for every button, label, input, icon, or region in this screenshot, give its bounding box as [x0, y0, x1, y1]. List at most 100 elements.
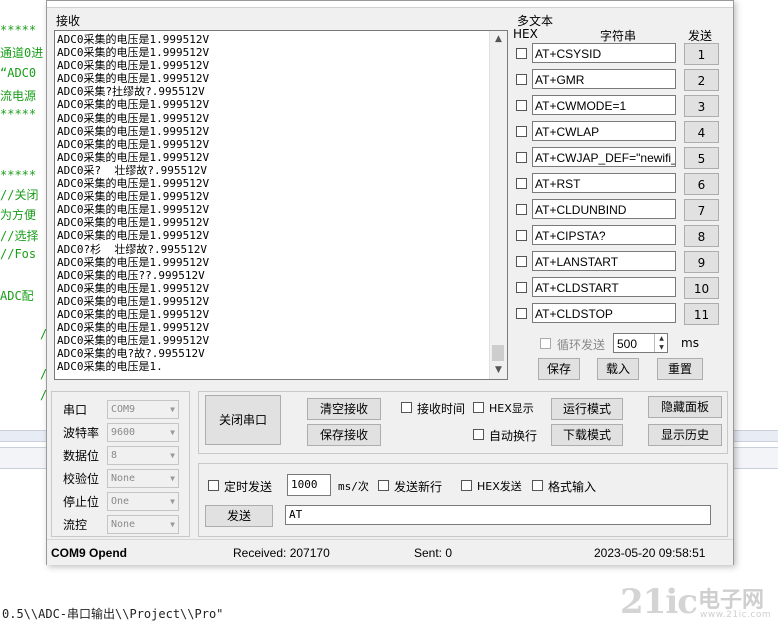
port-field-select[interactable]: 8 ▼: [107, 446, 179, 465]
multitext-hex-checkbox[interactable]: [516, 204, 527, 215]
chevron-down-icon: ▼: [170, 451, 175, 460]
multitext-hex-checkbox[interactable]: [516, 100, 527, 111]
port-field-label: 波特率: [63, 426, 100, 440]
receive-line: ADC0采集的电压是1.999512V: [57, 98, 210, 112]
receive-line: ADC0采集的电压是1.999512V: [57, 321, 210, 335]
port-field-label: 串口: [63, 403, 88, 417]
receive-line: ADC0采集的电压是1.999512V: [57, 190, 210, 204]
scroll-down-icon[interactable]: ▼: [490, 362, 507, 379]
received-count: Received: 207170: [233, 546, 330, 560]
title-bar[interactable]: [47, 1, 733, 8]
download-mode-button[interactable]: 下载模式: [551, 424, 623, 446]
auto-wrap-label: 自动换行: [489, 429, 538, 443]
multitext-hex-checkbox[interactable]: [516, 230, 527, 241]
multitext-hex-checkbox[interactable]: [516, 282, 527, 293]
timed-send-checkbox[interactable]: [208, 480, 219, 491]
multitext-send-button[interactable]: 11: [684, 303, 719, 325]
multitext-send-button[interactable]: 6: [684, 173, 719, 195]
close-port-button[interactable]: 关闭串口: [205, 395, 281, 445]
multitext-string-input[interactable]: AT+LANSTART: [532, 251, 676, 271]
port-field-label: 流控: [63, 518, 88, 532]
multitext-string-input[interactable]: AT+CLDSTART: [532, 277, 676, 297]
multitext-string-input[interactable]: AT+CLDSTOP: [532, 303, 676, 323]
run-mode-button[interactable]: 运行模式: [551, 398, 623, 420]
multitext-string-input[interactable]: AT+CWLAP: [532, 121, 676, 141]
multitext-send-button[interactable]: 9: [684, 251, 719, 273]
multitext-string-input[interactable]: AT+RST: [532, 173, 676, 193]
multitext-send-button[interactable]: 4: [684, 121, 719, 143]
code-fragment: 通道0进: [0, 46, 44, 60]
receive-line: ADC0采集的电压是1.999512V: [57, 177, 210, 191]
send-text-input[interactable]: AT: [285, 505, 711, 525]
receive-time-label: 接收时间: [417, 402, 466, 416]
port-field-select[interactable]: 9600 ▼: [107, 423, 179, 442]
multitext-hex-checkbox[interactable]: [516, 152, 527, 163]
multitext-string-input[interactable]: AT+CLDUNBIND: [532, 199, 676, 219]
multitext-hex-checkbox[interactable]: [516, 308, 527, 319]
receive-line: ADC0采? 壮缪故?.995512V: [57, 163, 207, 177]
port-field-value: None: [111, 519, 136, 530]
receive-line: ADC0采集的电压是1.999512V: [57, 150, 210, 164]
multitext-string-input[interactable]: AT+GMR: [532, 69, 676, 89]
port-field-select[interactable]: None ▼: [107, 515, 179, 534]
code-fragment: 为方便: [0, 208, 37, 222]
scroll-thumb[interactable]: [492, 345, 504, 361]
multitext-hex-checkbox[interactable]: [516, 74, 527, 85]
receive-line: ADC0采集的电?故?.995512V: [57, 347, 205, 361]
loop-unit-label: ms: [681, 336, 699, 350]
load-multitext-button[interactable]: 载入: [597, 358, 639, 380]
multitext-send-button[interactable]: 3: [684, 95, 719, 117]
receive-line: ADC0采集的电压是1.999512V: [57, 294, 210, 308]
multitext-hex-checkbox[interactable]: [516, 48, 527, 59]
receive-textarea[interactable]: ADC0采集的电压是1.999512V ADC0采集的电压是1.999512V AD…: [54, 30, 508, 380]
receive-line: ADC0采集的电压是1.999512V: [57, 137, 210, 151]
receive-scrollbar[interactable]: ▲ ▼: [489, 31, 507, 379]
scroll-up-icon[interactable]: ▲: [490, 31, 507, 48]
receive-time-checkbox[interactable]: [401, 402, 412, 413]
hex-column-header: HEX: [513, 27, 538, 41]
multitext-hex-checkbox[interactable]: [516, 256, 527, 267]
receive-line: ADC0采集的电压是1.999512V: [57, 229, 210, 243]
port-field-select[interactable]: COM9 ▼: [107, 400, 179, 419]
multitext-string-input[interactable]: AT+CIPSTA?: [532, 225, 676, 245]
receive-line: ADC0采集的电压是1.999512V: [57, 216, 210, 230]
multitext-string-input[interactable]: AT+CSYSID: [532, 43, 676, 63]
watermark-logo: 21ic 电子网 www.21ic.com: [620, 582, 772, 622]
multitext-send-button[interactable]: 8: [684, 225, 719, 247]
code-fragment: *****: [0, 168, 37, 182]
multitext-send-button[interactable]: 10: [684, 277, 719, 299]
hex-display-checkbox[interactable]: [473, 402, 484, 413]
multitext-string-input[interactable]: AT+CWMODE=1: [532, 95, 676, 115]
save-multitext-button[interactable]: 保存: [538, 358, 580, 380]
code-fragment: //关闭: [0, 188, 39, 202]
status-bar: COM9 Opend Received: 207170 Sent: 0 2023…: [47, 539, 733, 565]
hide-panel-button[interactable]: 隐藏面板: [648, 396, 722, 418]
send-newline-checkbox[interactable]: [378, 480, 389, 491]
loop-send-checkbox[interactable]: [540, 338, 551, 349]
auto-wrap-checkbox[interactable]: [473, 429, 484, 440]
receive-line: ADC0采集的电压是1.999512V: [57, 59, 210, 73]
port-field-select[interactable]: None ▼: [107, 469, 179, 488]
send-interval-input[interactable]: 1000: [287, 474, 331, 496]
send-interval-unit: ms/次: [338, 480, 369, 493]
hex-send-checkbox[interactable]: [461, 480, 472, 491]
reset-multitext-button[interactable]: 重置: [657, 358, 703, 380]
multitext-hex-checkbox[interactable]: [516, 126, 527, 137]
hex-display-label: HEX显示: [489, 402, 534, 415]
multitext-send-button[interactable]: 2: [684, 69, 719, 91]
save-receive-button[interactable]: 保存接收: [307, 424, 381, 446]
port-field-label: 校验位: [63, 472, 100, 486]
multitext-send-button[interactable]: 7: [684, 199, 719, 221]
clear-receive-button[interactable]: 清空接收: [307, 398, 381, 420]
multitext-send-button[interactable]: 1: [684, 43, 719, 65]
multitext-hex-checkbox[interactable]: [516, 178, 527, 189]
multitext-string-input[interactable]: AT+CWJAP_DEF="newifi_: [532, 147, 676, 167]
send-button[interactable]: 发送: [205, 505, 273, 527]
spinner-icon[interactable]: ▲ ▼: [654, 334, 668, 352]
show-history-button[interactable]: 显示历史: [648, 424, 722, 446]
format-input-checkbox[interactable]: [532, 480, 543, 491]
port-field-select[interactable]: One ▼: [107, 492, 179, 511]
receive-line: ADC0采集的电压??.999512V: [57, 268, 205, 282]
multitext-send-button[interactable]: 5: [684, 147, 719, 169]
receive-line: ADC0采集的电压是1.999512V: [57, 203, 210, 217]
